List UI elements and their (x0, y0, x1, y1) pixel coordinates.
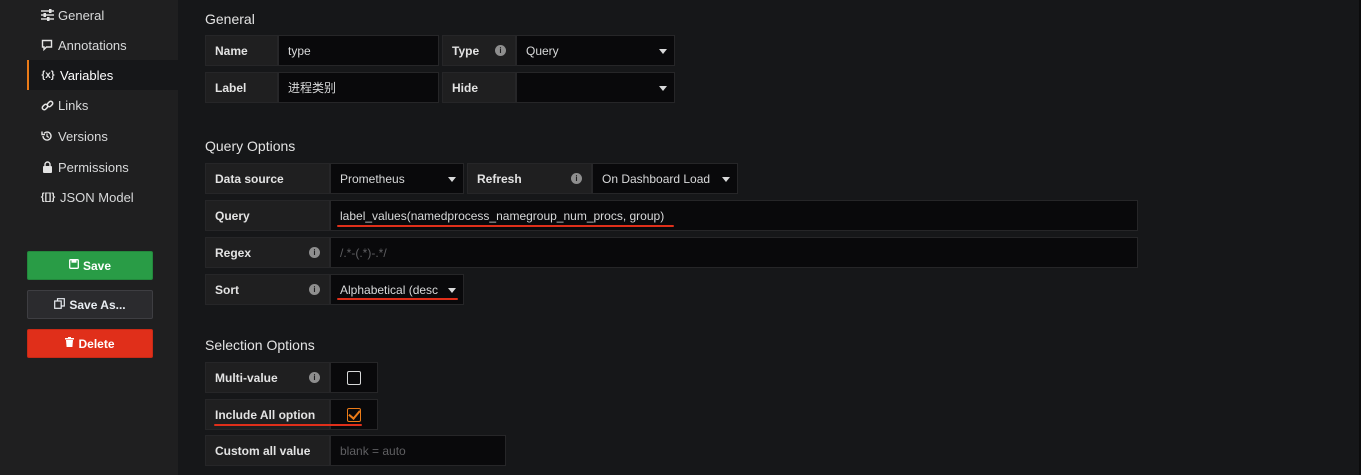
delete-button[interactable]: Delete (27, 329, 153, 358)
refresh-select[interactable]: On Dashboard Load (592, 163, 738, 194)
regex-input[interactable]: /.*-(.*)-.*/ (330, 237, 1138, 268)
sidebar-item-variables[interactable]: {x} Variables (27, 60, 178, 90)
save-as-button[interactable]: Save As... (27, 290, 153, 319)
sliders-icon (40, 8, 54, 22)
save-button-label: Save (82, 258, 112, 273)
query-annotation-underline (337, 225, 674, 227)
hide-select[interactable] (516, 72, 675, 103)
checkbox-checked-icon (347, 407, 361, 422)
caret-down-icon (722, 177, 730, 182)
custom-all-label: Custom all value (205, 435, 330, 466)
query-options-section-title: Query Options (205, 138, 296, 154)
general-section-title: General (205, 11, 255, 27)
label-label: Label (205, 72, 278, 103)
sidebar-item-label: Permissions (58, 159, 129, 175)
save-button[interactable]: Save (27, 251, 153, 280)
variable-editor: General Name type Type i Query Label 进程类… (178, 0, 1361, 475)
datasource-select[interactable]: Prometheus (330, 163, 464, 194)
type-label-text: Type (452, 43, 480, 58)
settings-sidebar: General Annotations {x} Variables Links … (0, 0, 178, 475)
name-label: Name (205, 35, 278, 66)
floppy-icon (69, 259, 79, 272)
save-as-button-label: Save As... (69, 297, 126, 312)
sidebar-item-label: JSON Model (60, 189, 134, 205)
custom-all-input[interactable]: blank = auto (330, 435, 506, 466)
caret-down-icon (448, 288, 456, 293)
sort-annotation-underline (337, 298, 458, 300)
link-icon (40, 98, 54, 112)
caret-down-icon (659, 86, 667, 91)
label-input[interactable]: 进程类别 (278, 72, 439, 103)
sort-label: Sort i (205, 274, 330, 305)
multi-value-label-text: Multi-value (215, 370, 278, 385)
datasource-label: Data source (205, 163, 330, 194)
name-input[interactable]: type (278, 35, 439, 66)
comment-icon (40, 38, 54, 52)
refresh-label: Refresh i (467, 163, 592, 194)
caret-down-icon (448, 177, 456, 182)
delete-button-label: Delete (78, 336, 115, 351)
regex-label: Regex i (205, 237, 330, 268)
caret-down-icon (659, 49, 667, 54)
sort-select-value: Alphabetical (desc) (340, 282, 438, 297)
type-select-value: Query (526, 43, 559, 58)
regex-placeholder: /.*-(.*)-.*/ (340, 245, 387, 260)
lock-icon (40, 160, 54, 174)
variable-icon: {x} (41, 69, 55, 81)
sidebar-item-links[interactable]: Links (27, 90, 178, 120)
query-label: Query (205, 200, 330, 231)
sidebar-item-label: General (58, 7, 105, 23)
datasource-select-value: Prometheus (340, 171, 405, 186)
info-icon[interactable]: i (495, 45, 506, 56)
sidebar-item-label: Versions (58, 128, 108, 144)
sidebar-item-label: Annotations (58, 37, 127, 53)
selection-options-section-title: Selection Options (205, 337, 315, 353)
regex-label-text: Regex (215, 245, 252, 260)
type-label: Type i (442, 35, 516, 66)
multi-value-checkbox[interactable] (330, 362, 378, 393)
history-icon (40, 129, 54, 143)
refresh-label-text: Refresh (477, 171, 522, 186)
trash-icon (65, 337, 75, 350)
hide-label: Hide (442, 72, 516, 103)
custom-all-placeholder: blank = auto (340, 443, 406, 458)
sidebar-item-json-model[interactable]: {[]} JSON Model (27, 182, 178, 212)
include-all-annotation-underline (214, 424, 362, 426)
info-icon[interactable]: i (309, 247, 320, 258)
sidebar-item-versions[interactable]: Versions (27, 121, 178, 151)
refresh-select-value: On Dashboard Load (602, 171, 711, 186)
info-icon[interactable]: i (309, 284, 320, 295)
braces-icon: {[]} (40, 191, 56, 203)
info-icon[interactable]: i (571, 173, 582, 184)
sidebar-item-general[interactable]: General (27, 0, 178, 30)
multi-value-label: Multi-value i (205, 362, 330, 393)
sidebar-item-label: Variables (60, 67, 114, 83)
sort-label-text: Sort (215, 282, 239, 297)
sidebar-item-permissions[interactable]: Permissions (27, 152, 178, 182)
sidebar-item-annotations[interactable]: Annotations (27, 30, 178, 60)
type-select[interactable]: Query (516, 35, 675, 66)
copy-icon (54, 297, 66, 312)
sidebar-item-label: Links (58, 97, 89, 113)
sort-select[interactable]: Alphabetical (desc) (330, 274, 464, 305)
checkbox-unchecked-icon (347, 370, 361, 385)
info-icon[interactable]: i (309, 372, 320, 383)
